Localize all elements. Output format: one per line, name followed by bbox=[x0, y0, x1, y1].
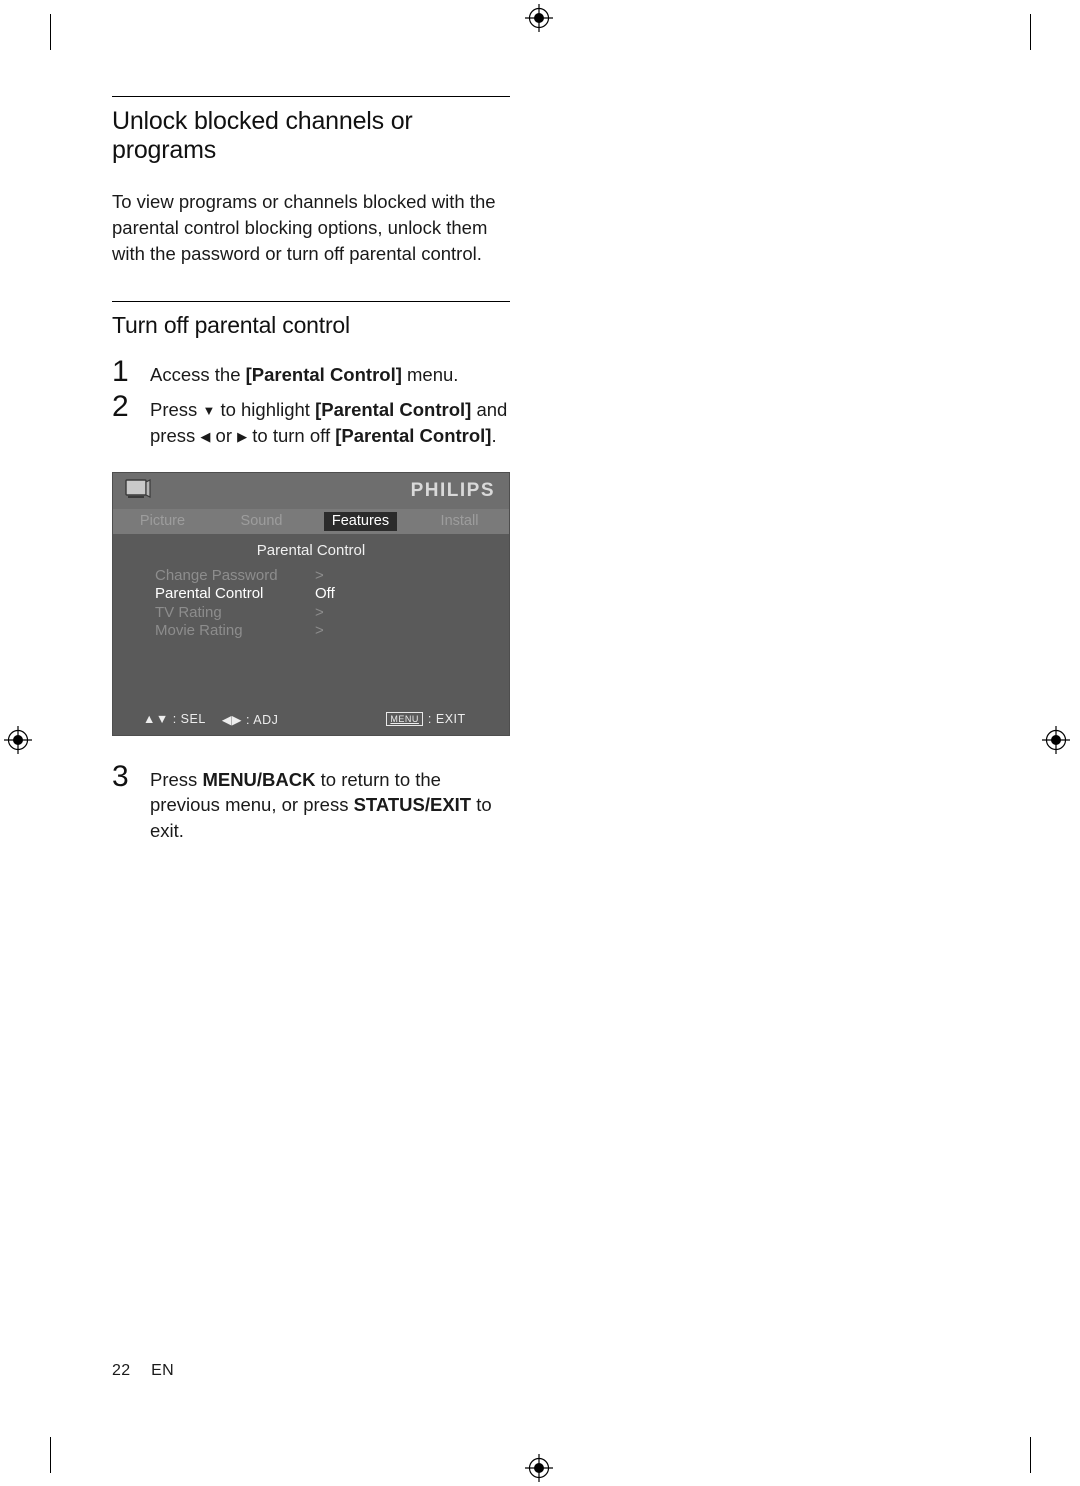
page-language: EN bbox=[151, 1362, 174, 1379]
osd-row-change-password-label: Change Password bbox=[155, 566, 278, 584]
osd-hint-select-label: : SEL bbox=[172, 712, 206, 726]
step-3: 3 Press MENU/BACK to return to the previ… bbox=[112, 759, 512, 844]
intro-paragraph: To view programs or channels blocked wit… bbox=[112, 191, 496, 264]
divider-above-heading2 bbox=[112, 301, 510, 302]
tv-icon bbox=[125, 478, 151, 501]
step-1-text: Access the [Parental Control] menu. bbox=[150, 364, 459, 385]
osd-tab-install[interactable]: Install bbox=[410, 509, 509, 534]
up-down-arrows-icon: ▲▼ bbox=[143, 712, 169, 726]
page-footer: 22 EN bbox=[112, 1362, 174, 1380]
crop-mark-top-left bbox=[50, 14, 51, 50]
step-2: 2 Press ▼ to highlight [Parental Control… bbox=[112, 389, 512, 450]
registration-mark-bottom bbox=[525, 1454, 553, 1482]
crop-mark-bottom-left bbox=[50, 1437, 51, 1473]
osd-row-movie-rating-value: > bbox=[315, 622, 324, 640]
osd-row-change-password[interactable]: Change Password > bbox=[155, 567, 509, 585]
subsection-title: Turn off parental control bbox=[112, 312, 350, 338]
left-right-arrows-icon: ◀▶ bbox=[221, 712, 243, 727]
step-3-number: 3 bbox=[112, 759, 129, 793]
osd-menu-title: Parental Control bbox=[256, 541, 366, 559]
osd-hint-exit-label: : EXIT bbox=[427, 712, 466, 726]
osd-hint-adjust-label: : ADJ bbox=[246, 712, 279, 727]
registration-mark-left bbox=[4, 726, 32, 754]
osd-row-tv-rating-value: > bbox=[315, 603, 324, 621]
osd-tab-features[interactable]: Features bbox=[311, 509, 410, 534]
osd-row-parental-control[interactable]: Parental Control Off bbox=[155, 585, 509, 603]
registration-mark-top bbox=[525, 4, 553, 32]
osd-footer-hints: ▲▼ : SEL ◀▶ : ADJ MENU : EXIT bbox=[113, 712, 509, 727]
page-content: Unlock blocked channels or programs To v… bbox=[112, 96, 512, 847]
osd-row-parental-control-label: Parental Control bbox=[155, 585, 264, 603]
osd-row-movie-rating[interactable]: Movie Rating > bbox=[155, 622, 509, 640]
osd-hint-select: ▲▼ : SEL bbox=[143, 712, 206, 726]
step-1: 1 Access the [Parental Control] menu. bbox=[112, 357, 512, 388]
registration-mark-right bbox=[1042, 726, 1070, 754]
osd-row-movie-rating-label: Movie Rating bbox=[155, 622, 243, 640]
osd-row-change-password-value: > bbox=[315, 566, 324, 584]
osd-hint-exit: MENU : EXIT bbox=[386, 712, 465, 726]
step-3-text: Press MENU/BACK to return to the previou… bbox=[150, 768, 492, 841]
osd-tab-picture-label: Picture bbox=[139, 513, 186, 529]
step-1-number: 1 bbox=[112, 355, 129, 388]
menu-key-icon: MENU bbox=[386, 712, 423, 726]
osd-row-parental-control-value: Off bbox=[315, 585, 335, 603]
step-2-text: Press ▼ to highlight [Parental Control] … bbox=[150, 398, 508, 447]
divider-above-heading1 bbox=[112, 96, 510, 97]
page-title: Unlock blocked channels or programs bbox=[112, 107, 413, 164]
osd-tab-install-label: Install bbox=[440, 513, 479, 529]
tv-osd-screenshot: PHILIPS Picture Sound Features Install P… bbox=[112, 471, 510, 736]
osd-hint-adjust: ◀▶ : ADJ bbox=[222, 712, 279, 727]
osd-row-tv-rating-label: TV Rating bbox=[155, 603, 222, 621]
osd-tab-features-label: Features bbox=[323, 511, 398, 531]
osd-row-tv-rating[interactable]: TV Rating > bbox=[155, 604, 509, 622]
osd-menu-list: Change Password > Parental Control Off T… bbox=[113, 567, 509, 640]
osd-tab-bar: Picture Sound Features Install bbox=[113, 508, 509, 534]
page-number: 22 bbox=[112, 1362, 131, 1379]
step-2-number: 2 bbox=[112, 389, 129, 423]
osd-tab-sound-label: Sound bbox=[240, 513, 283, 529]
philips-logo: PHILIPS bbox=[410, 479, 495, 501]
crop-mark-top-right bbox=[1030, 14, 1031, 50]
crop-mark-bottom-right bbox=[1030, 1437, 1031, 1473]
osd-header: PHILIPS bbox=[113, 472, 509, 509]
osd-tab-picture[interactable]: Picture bbox=[113, 509, 212, 534]
osd-tab-sound[interactable]: Sound bbox=[212, 509, 311, 534]
